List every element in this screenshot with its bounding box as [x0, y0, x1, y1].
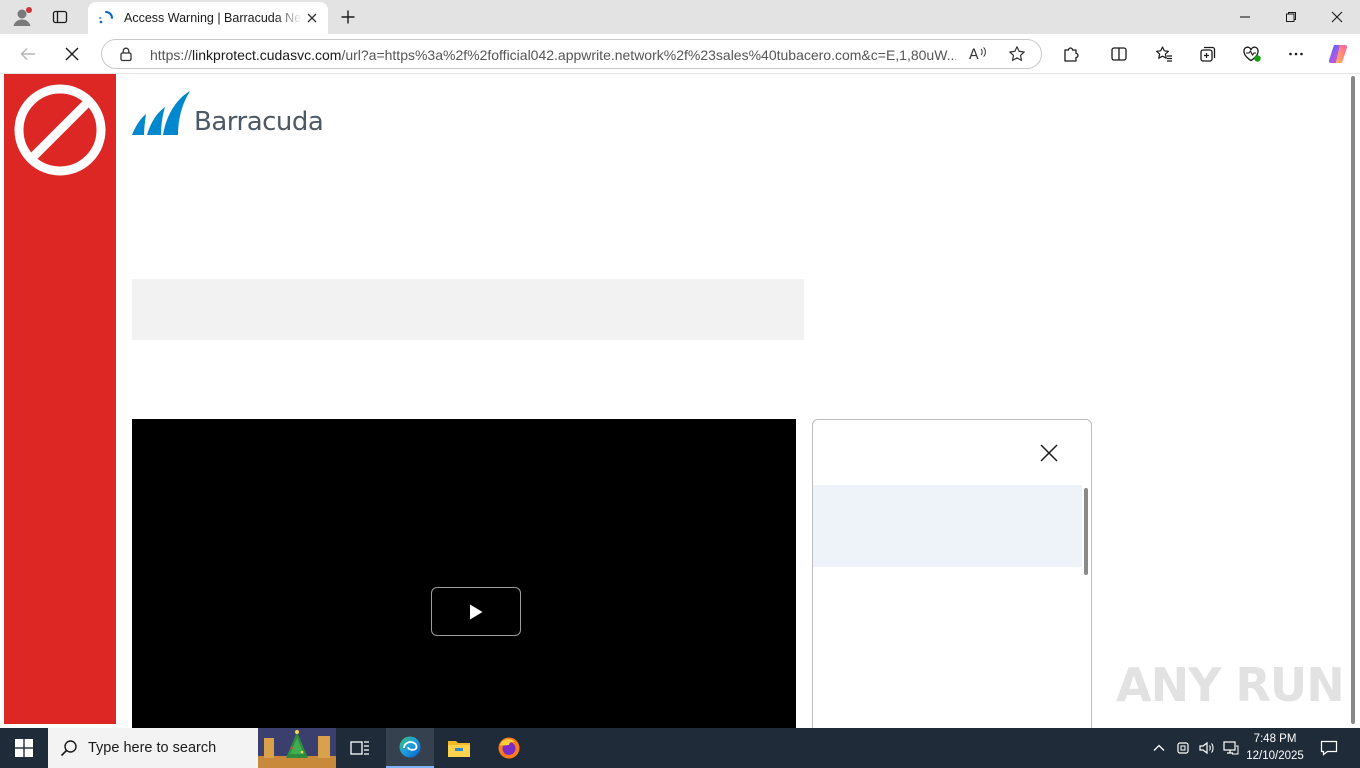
- panel-highlight-row: [813, 485, 1082, 567]
- barracuda-fin-icon: [132, 91, 190, 135]
- spinner-icon: [99, 11, 113, 24]
- tab-title: Access Warning | Barracuda Netw: [124, 11, 302, 25]
- svg-text:A: A: [969, 47, 979, 63]
- favorites-button[interactable]: [1151, 41, 1177, 67]
- stop-loading-button[interactable]: [58, 40, 86, 68]
- close-icon: [1040, 444, 1058, 462]
- brand-name: Barracuda: [194, 107, 324, 137]
- warning-sidebar: [4, 74, 116, 724]
- message-placeholder: [132, 279, 804, 340]
- close-tab-icon: [307, 13, 317, 23]
- address-bar[interactable]: https://linkprotect.cudasvc.com/url?a=ht…: [101, 39, 1042, 69]
- favorite-button[interactable]: [1008, 45, 1026, 63]
- more-options-button[interactable]: [1283, 41, 1309, 67]
- volume-icon: [1199, 741, 1214, 755]
- watermark: ANY RUN: [1116, 658, 1345, 712]
- new-tab-button[interactable]: [336, 5, 360, 29]
- firefox-button[interactable]: [485, 728, 533, 768]
- barracuda-logo: Barracuda: [132, 90, 324, 137]
- active-tab[interactable]: Access Warning | Barracuda Netw: [88, 2, 328, 34]
- network-icon: [1223, 741, 1239, 755]
- url-prefix: https://: [150, 47, 193, 63]
- video-player[interactable]: [132, 419, 796, 728]
- task-view-button[interactable]: [336, 728, 384, 768]
- stop-loading-icon: [65, 47, 79, 61]
- profile-icon: [13, 7, 32, 26]
- back-icon: [20, 48, 35, 60]
- new-tab-icon: [341, 10, 355, 24]
- more-options-icon: [1289, 52, 1303, 56]
- profile-button[interactable]: [8, 5, 36, 29]
- url-domain: linkprotect.cudasvc.com: [192, 47, 342, 63]
- browser-toolbar: https://linkprotect.cudasvc.com/url?a=ht…: [0, 34, 1360, 74]
- windows-icon: [15, 739, 33, 757]
- site-info-icon: [120, 47, 132, 62]
- browser-essentials-icon: [1243, 46, 1261, 62]
- panel-scrollbar[interactable]: [1084, 488, 1088, 575]
- play-button[interactable]: [431, 587, 521, 636]
- close-window-icon: [1331, 11, 1343, 23]
- back-button[interactable]: [14, 40, 42, 68]
- copilot-button[interactable]: [1325, 41, 1351, 67]
- search-highlight-icon: [258, 728, 336, 768]
- prohibited-icon: [14, 84, 106, 176]
- clock-date: 12/10/2025: [1246, 750, 1304, 762]
- split-screen-button[interactable]: [1106, 41, 1132, 67]
- read-aloud-button[interactable]: A: [968, 45, 988, 63]
- volume-button[interactable]: [1196, 728, 1218, 768]
- page-scrollbar[interactable]: [1351, 76, 1355, 724]
- tab-strip: Access Warning | Barracuda Netw: [0, 0, 1360, 34]
- page-content: Barracuda ANY RUN: [0, 74, 1360, 728]
- copilot-icon: [1328, 44, 1348, 64]
- site-info-button[interactable]: [118, 46, 134, 62]
- clock-time: 7:48 PM: [1253, 733, 1297, 745]
- minimize-button[interactable]: [1222, 0, 1268, 34]
- meet-now-button[interactable]: [1172, 728, 1194, 768]
- taskbar-search[interactable]: Type here to search: [48, 728, 336, 768]
- search-icon: [60, 740, 77, 757]
- search-placeholder: Type here to search: [88, 740, 217, 756]
- restore-icon: [1286, 12, 1296, 22]
- edge-icon: [399, 736, 421, 758]
- meet-now-icon: [1177, 742, 1189, 754]
- extensions-icon: [1064, 47, 1079, 62]
- favorites-icon: [1156, 46, 1172, 62]
- extensions-button[interactable]: [1058, 41, 1084, 67]
- address-url[interactable]: https://linkprotect.cudasvc.com/url?a=ht…: [150, 47, 956, 63]
- restore-button[interactable]: [1268, 0, 1314, 34]
- file-explorer-icon: [448, 741, 470, 757]
- browser-essentials-button[interactable]: [1239, 41, 1265, 67]
- favorite-star-icon: [1009, 46, 1025, 61]
- file-explorer-button[interactable]: [435, 728, 483, 768]
- close-window-button[interactable]: [1314, 0, 1360, 34]
- panel-close-button[interactable]: [1036, 440, 1062, 466]
- chevron-up-icon: [1153, 744, 1165, 751]
- network-button[interactable]: [1220, 728, 1242, 768]
- notifications-button[interactable]: [1314, 728, 1344, 768]
- minimize-icon: [1240, 16, 1250, 18]
- split-screen-icon: [1111, 47, 1127, 61]
- task-view-icon: [350, 741, 369, 755]
- close-tab-button[interactable]: [306, 12, 318, 24]
- tab-actions-button[interactable]: [48, 6, 72, 28]
- collections-icon: [1200, 46, 1216, 62]
- play-icon: [470, 604, 483, 619]
- url-rest: /url?a=https%3a%2f%2fofficial042.appwrit…: [341, 47, 956, 63]
- taskbar: Type here to search 7:48 PM 12/10/2025: [0, 728, 1360, 768]
- show-hidden-icons-button[interactable]: [1148, 728, 1170, 768]
- notifications-icon: [1320, 740, 1338, 756]
- firefox-icon: [498, 737, 520, 759]
- taskbar-clock[interactable]: 7:48 PM 12/10/2025: [1240, 731, 1310, 765]
- collections-button[interactable]: [1195, 41, 1221, 67]
- start-button[interactable]: [0, 728, 48, 768]
- side-panel: [812, 419, 1092, 728]
- edge-taskbar-button[interactable]: [386, 728, 434, 768]
- tab-actions-icon: [52, 10, 68, 24]
- read-aloud-icon: A: [969, 47, 986, 63]
